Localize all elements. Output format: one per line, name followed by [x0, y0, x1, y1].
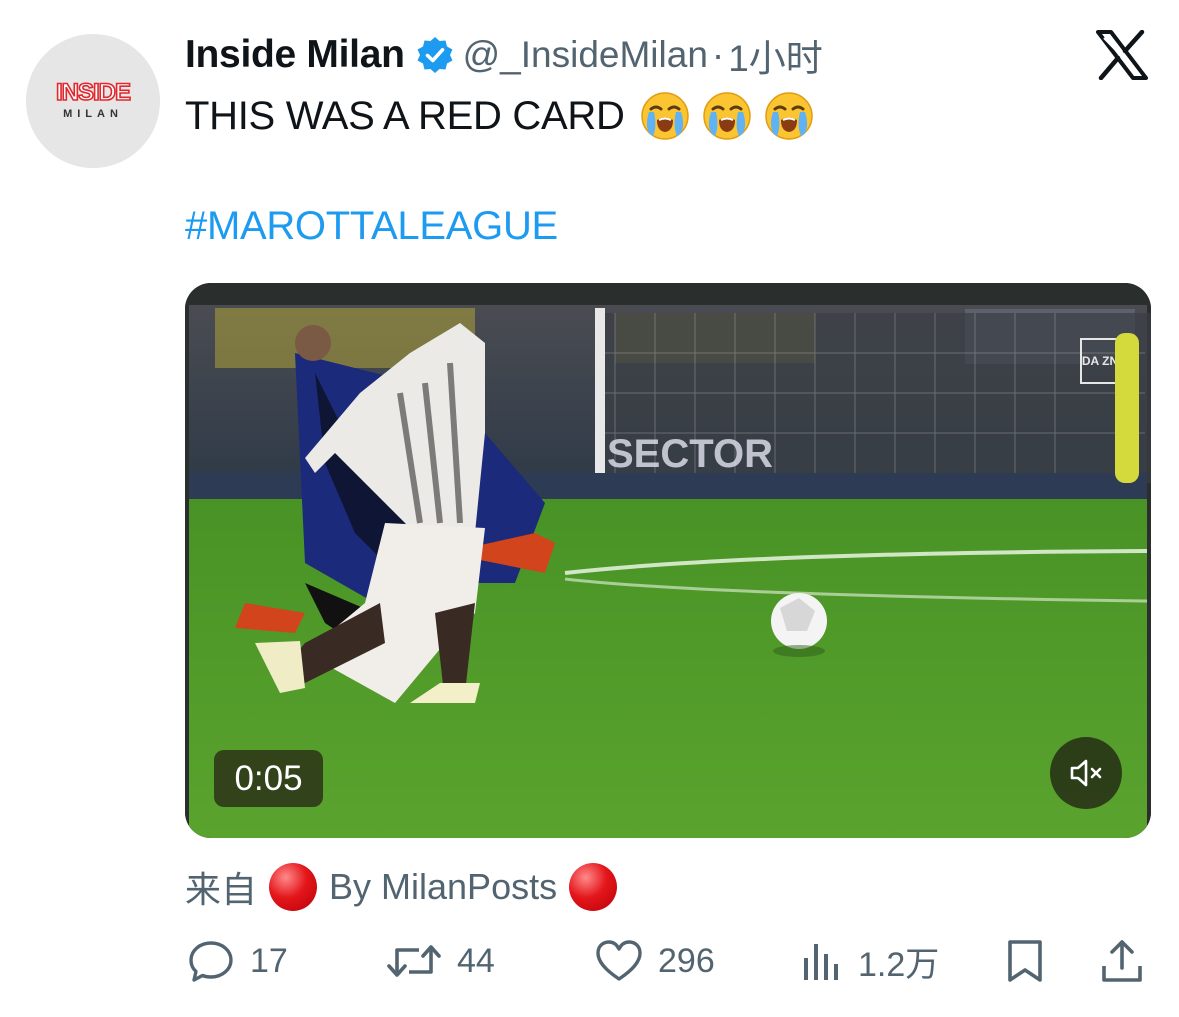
- unmute-button[interactable]: [1050, 737, 1122, 809]
- hashtag-link[interactable]: #MAROTTALEAGUE: [185, 204, 558, 249]
- avatar-logo-top: INSIDE: [56, 79, 131, 106]
- muted-speaker-icon: [1070, 759, 1102, 787]
- tweet-action-bar: 17 44 296 1.2万: [0, 930, 1179, 992]
- header-separator: ·: [711, 34, 725, 75]
- reply-button[interactable]: 17: [186, 930, 288, 992]
- retweet-count: 44: [457, 941, 495, 980]
- verified-badge-icon: [415, 35, 455, 75]
- reply-icon: [189, 941, 233, 982]
- loudly-crying-face-emoji-icon: [701, 90, 753, 142]
- bookmark-icon: [1008, 940, 1042, 982]
- tweet-text: THIS WAS A RED CARD: [185, 88, 815, 144]
- tweet-text-content: THIS WAS A RED CARD: [185, 93, 625, 138]
- loudly-crying-face-emoji-icon: [763, 90, 815, 142]
- views-chart-icon: [804, 944, 838, 980]
- author-display-name[interactable]: Inside Milan: [185, 33, 405, 77]
- video-duration-badge: 0:05: [214, 750, 323, 807]
- red-circle-emoji-icon: [569, 863, 618, 911]
- source-attribution: 来自 By MilanPosts: [185, 860, 629, 914]
- loudly-crying-face-emoji-icon: [639, 90, 691, 142]
- share-icon: [1102, 940, 1142, 982]
- reply-count: 17: [250, 941, 288, 980]
- share-button[interactable]: [1098, 930, 1146, 992]
- video-player[interactable]: SECTOR DA ZN 0:05: [185, 283, 1151, 838]
- source-prefix: 来自: [185, 869, 258, 910]
- view-count: 1.2万: [858, 945, 940, 984]
- author-handle[interactable]: @_InsideMilan: [463, 34, 708, 76]
- source-name[interactable]: By MilanPosts: [329, 866, 557, 908]
- bookmark-button[interactable]: [1004, 930, 1048, 992]
- broadcaster-logo-text: DA ZN: [1082, 354, 1118, 368]
- views-button[interactable]: 1.2万: [800, 930, 939, 992]
- heart-icon: [596, 940, 642, 981]
- video-frame: SECTOR DA ZN: [185, 283, 1151, 838]
- like-button[interactable]: 296: [594, 930, 715, 992]
- author-avatar[interactable]: INSIDE MILAN: [26, 34, 160, 168]
- red-circle-emoji-icon: [269, 863, 318, 911]
- like-count: 296: [658, 941, 715, 980]
- retweet-button[interactable]: 44: [385, 930, 495, 992]
- board-sector-text: SECTOR: [607, 432, 773, 476]
- avatar-logo-bottom: MILAN: [63, 108, 123, 120]
- retweet-icon: [387, 945, 441, 977]
- tweet-timestamp[interactable]: 1小时: [728, 28, 823, 82]
- tweet-header: Inside Milan @_InsideMilan · 1小时: [185, 26, 823, 84]
- emoji-group: [639, 90, 815, 142]
- x-logo-icon: [1096, 29, 1148, 81]
